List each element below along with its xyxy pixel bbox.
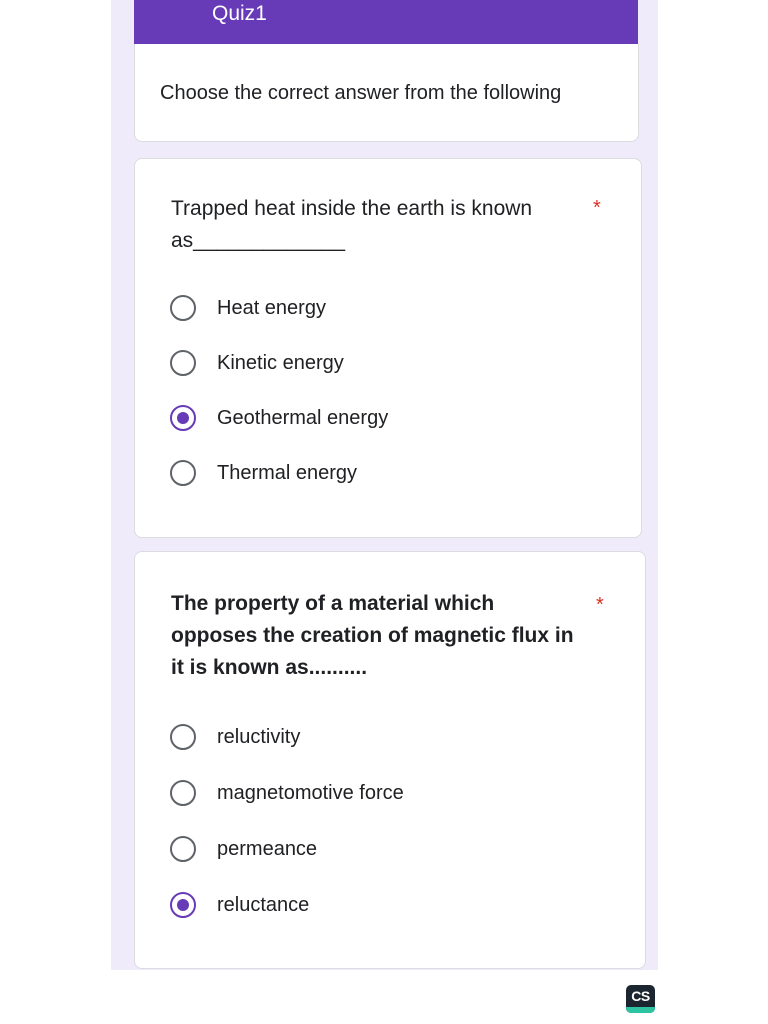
radio-button-unchecked-icon[interactable] bbox=[170, 780, 196, 806]
option-label[interactable]: reluctivity bbox=[217, 726, 300, 749]
radio-button-unchecked-icon[interactable] bbox=[170, 836, 196, 862]
logo-stripe bbox=[626, 1007, 655, 1013]
form-description: Choose the correct answer from the follo… bbox=[160, 82, 562, 104]
radio-button-unchecked-icon[interactable] bbox=[170, 295, 196, 321]
question-card-1: Trapped heat inside the earth is known a… bbox=[134, 158, 642, 538]
option-reluctivity[interactable]: reluctivity bbox=[170, 721, 300, 753]
option-reluctance[interactable]: reluctance bbox=[170, 889, 309, 921]
option-label[interactable]: Heat energy bbox=[217, 297, 326, 320]
watermark-text: CS bbox=[631, 988, 650, 1004]
form-title: Quiz1 bbox=[212, 2, 267, 25]
option-kinetic-energy[interactable]: Kinetic energy bbox=[170, 347, 344, 379]
option-magnetomotive-force[interactable]: magnetomotive force bbox=[170, 777, 404, 809]
question-1-text: Trapped heat inside the earth is known a… bbox=[171, 197, 533, 252]
option-permeance[interactable]: permeance bbox=[170, 833, 317, 865]
required-asterisk-icon: * bbox=[596, 594, 604, 616]
radio-button-unchecked-icon[interactable] bbox=[170, 460, 196, 486]
option-label[interactable]: Geothermal energy bbox=[217, 407, 388, 430]
question-card-2: The property of a material which opposes… bbox=[134, 551, 646, 969]
form-header: Quiz1 bbox=[134, 0, 638, 48]
option-label[interactable]: reluctance bbox=[217, 894, 309, 917]
option-label[interactable]: permeance bbox=[217, 838, 317, 861]
question-2-text: The property of a material which opposes… bbox=[171, 592, 574, 679]
radio-button-unchecked-icon[interactable] bbox=[170, 724, 196, 750]
option-label[interactable]: Kinetic energy bbox=[217, 352, 344, 375]
radio-button-checked-icon[interactable] bbox=[170, 405, 196, 431]
option-thermal-energy[interactable]: Thermal energy bbox=[170, 457, 357, 489]
required-asterisk-icon: * bbox=[593, 197, 601, 219]
option-heat-energy[interactable]: Heat energy bbox=[170, 292, 326, 324]
radio-button-unchecked-icon[interactable] bbox=[170, 350, 196, 376]
radio-button-checked-icon[interactable] bbox=[170, 892, 196, 918]
option-label[interactable]: magnetomotive force bbox=[217, 782, 404, 805]
option-geothermal-energy[interactable]: Geothermal energy bbox=[170, 402, 388, 434]
option-label[interactable]: Thermal energy bbox=[217, 462, 357, 485]
camscanner-logo-icon: CS bbox=[626, 985, 655, 1013]
form-description-card: Choose the correct answer from the follo… bbox=[134, 44, 639, 142]
